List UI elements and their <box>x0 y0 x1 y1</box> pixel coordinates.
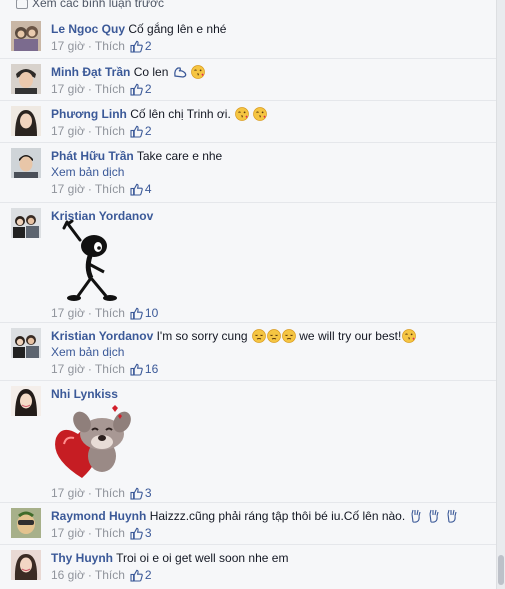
comment-item: Phát Hữu Trần Take care e nhe Xem bản dị… <box>0 142 496 203</box>
comment-author[interactable]: Phương Linh <box>51 107 127 121</box>
dancing-figure-sticker[interactable] <box>58 219 124 307</box>
thumbs-up-icon <box>130 183 143 200</box>
comment-meta: 17 giờ · Thích 2 <box>51 123 488 142</box>
comment-meta: 17 giờ · Thích 16 <box>51 361 488 380</box>
comment-bubble-icon <box>16 0 28 9</box>
comment-text: Haizzz.cũng phải ráng tập thôi bé iu.Cố … <box>149 509 406 523</box>
see-translation-link[interactable]: Xem bản dịch <box>51 344 488 360</box>
kiss-emoji-icon <box>402 329 417 343</box>
comment-item: Kristian Yordanov I'm so sorry cung we w… <box>0 322 496 381</box>
like-link[interactable]: Thích <box>95 568 125 582</box>
avatar[interactable] <box>11 21 41 51</box>
thumbs-up-icon <box>130 125 143 142</box>
comment-author[interactable]: Le Ngoc Quy <box>51 22 125 36</box>
comment-author[interactable]: Nhi Lynkiss <box>51 387 118 401</box>
previous-comments-link[interactable]: Xem các bình luận trước <box>16 0 164 10</box>
avatar[interactable] <box>11 508 41 538</box>
like-link[interactable]: Thích <box>95 124 125 138</box>
comment-author[interactable]: Thy Huynh <box>51 551 113 565</box>
like-count[interactable]: 16 <box>145 362 158 376</box>
comment-time[interactable]: 17 giờ <box>51 39 85 53</box>
comment-text: Cố lên chị Trinh ơi. <box>130 107 231 121</box>
comment-item: Phương Linh Cố lên chị Trinh ơi. 17 giờ ·… <box>0 100 496 143</box>
comment-item: Le Ngoc Quy Cố gắng lên e nhé 17 giờ · Thí… <box>0 14 496 59</box>
like-count[interactable]: 2 <box>145 82 152 96</box>
like-link[interactable]: Thích <box>95 182 125 196</box>
comment-text: Co len <box>133 65 169 79</box>
like-count[interactable]: 2 <box>145 568 152 582</box>
comment-time[interactable]: 17 giờ <box>51 526 85 540</box>
avatar[interactable] <box>11 106 41 136</box>
comment-time[interactable]: 17 giờ <box>51 82 85 96</box>
kiss-emoji-icon <box>191 65 205 79</box>
scrollbar-thumb[interactable] <box>498 555 504 585</box>
like-count[interactable]: 4 <box>145 182 152 196</box>
like-link[interactable]: Thích <box>95 82 125 96</box>
comment-text: Troi oi e oi get well soon nhe em <box>116 551 289 565</box>
comment-author[interactable]: Phát Hữu Trần <box>51 149 134 163</box>
comment-meta: 17 giờ · Thích 4 <box>51 181 488 200</box>
thumbs-up-icon <box>130 363 143 380</box>
comment-meta: 17 giờ · Thích 2 <box>51 81 488 100</box>
comment-author[interactable]: Minh Đạt Trần <box>51 65 130 79</box>
like-link[interactable]: Thích <box>95 362 125 376</box>
comment-time[interactable]: 16 giờ <box>51 568 85 582</box>
comment-text: Take care e nhe <box>136 149 223 163</box>
raised-hand-icon <box>428 509 442 523</box>
comment-time[interactable]: 17 giờ <box>51 306 85 320</box>
puppy-heart-sticker[interactable] <box>52 400 132 485</box>
comment-text: I'm so sorry cung <box>156 329 248 343</box>
raised-hand-icon <box>410 509 424 523</box>
scrollbar[interactable] <box>496 0 505 589</box>
like-count[interactable]: 3 <box>145 486 152 500</box>
comment-author[interactable]: Raymond Huynh <box>51 509 146 523</box>
comment-author[interactable]: Kristian Yordanov <box>51 329 153 343</box>
comment-item: Nhi Lynkiss 17 giờ · Thích 3 <box>0 380 496 503</box>
comment-item: Kristian Yordanov 17 giờ · Thích 10 <box>0 202 496 323</box>
flexed-biceps-icon <box>173 65 187 79</box>
avatar[interactable] <box>11 386 41 416</box>
comment-text: Cố gắng lên e nhé <box>128 22 227 36</box>
avatar[interactable] <box>11 148 41 178</box>
like-count[interactable]: 2 <box>145 124 152 138</box>
like-count[interactable]: 2 <box>145 39 152 53</box>
comment-time[interactable]: 17 giờ <box>51 124 85 138</box>
pensive-emoji-icon <box>267 329 281 343</box>
thumbs-up-icon <box>130 83 143 100</box>
comment-meta: 17 giờ · Thích 3 <box>51 525 488 544</box>
comment-item: Raymond Huynh Haizzz.cũng phải ráng tập … <box>0 502 496 545</box>
avatar[interactable] <box>11 328 41 358</box>
comment-time[interactable]: 17 giờ <box>51 362 85 376</box>
avatar[interactable] <box>11 64 41 94</box>
pensive-emoji-icon <box>282 329 296 343</box>
see-translation-link[interactable]: Xem bản dịch <box>51 164 488 180</box>
thumbs-up-icon <box>130 527 143 544</box>
like-link[interactable]: Thích <box>95 486 125 500</box>
kiss-emoji-icon <box>235 107 249 121</box>
like-link[interactable]: Thích <box>95 526 125 540</box>
comment-item: Thy Huynh Troi oi e oi get well soon nhe… <box>0 544 496 589</box>
comment-meta: 16 giờ · Thích 2 <box>51 567 488 586</box>
like-count[interactable]: 10 <box>145 306 158 320</box>
like-link[interactable]: Thích <box>95 306 125 320</box>
like-count[interactable]: 3 <box>145 526 152 540</box>
comment-time[interactable]: 17 giờ <box>51 486 85 500</box>
comment-time[interactable]: 17 giờ <box>51 182 85 196</box>
comment-item: Minh Đạt Trần Co len 17 giờ · Thích 2 <box>0 58 496 101</box>
comment-meta: 17 giờ · Thích 2 <box>51 38 488 57</box>
raised-hand-icon <box>446 509 460 523</box>
avatar[interactable] <box>11 208 41 238</box>
comment-text-continued: we will try our best! <box>299 329 402 343</box>
pensive-emoji-icon <box>252 329 266 343</box>
avatar[interactable] <box>11 550 41 580</box>
thumbs-up-icon <box>130 40 143 57</box>
like-link[interactable]: Thích <box>95 39 125 53</box>
kiss-emoji-icon <box>253 107 268 121</box>
thumbs-up-icon <box>130 569 143 586</box>
